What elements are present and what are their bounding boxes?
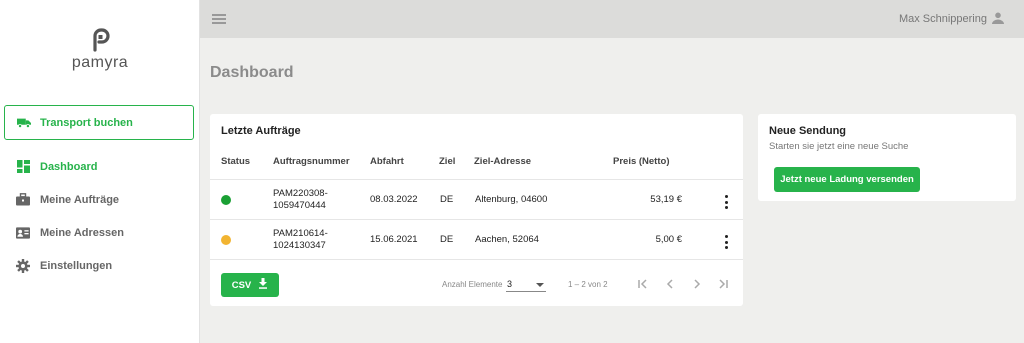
column-header-departure: Abfahrt: [370, 156, 404, 167]
chevron-down-icon: [536, 283, 544, 287]
destination-address: Altenburg, 04600: [475, 194, 548, 205]
contact-card-icon: [16, 226, 30, 240]
sidebar: pamyra Transport buchen Dashboard Meine …: [0, 0, 200, 343]
csv-label: CSV: [231, 279, 252, 291]
sidebar-nav: Dashboard Meine Aufträge Meine Adressen …: [0, 150, 200, 282]
user-name: Max Schnippering: [898, 13, 987, 25]
user-menu[interactable]: Max Schnippering: [899, 12, 1004, 27]
download-icon: [258, 278, 268, 292]
card-subtitle: Starten sie jetzt eine neue Suche: [769, 141, 909, 152]
dashboard-icon: [16, 160, 30, 174]
user-icon: [992, 12, 1004, 27]
last-page-icon[interactable]: [716, 277, 730, 291]
order-number-part: PAM220308-: [273, 188, 328, 199]
card-title: Neue Sendung: [769, 125, 847, 137]
sidebar-item-meine-adressen[interactable]: Meine Adressen: [0, 216, 200, 249]
truck-icon: [17, 116, 31, 130]
menu-icon[interactable]: [212, 14, 226, 24]
order-number: PAM220308- 1059470444: [273, 188, 328, 212]
page-size-select[interactable]: 3: [506, 276, 546, 292]
departure-date: 08.03.2022: [370, 194, 418, 205]
column-header-status: Status: [221, 156, 251, 167]
column-header-order-number: Auftragsnummer: [273, 156, 350, 167]
divider: [210, 179, 743, 180]
destination-country: DE: [440, 194, 454, 205]
order-number-part: 1024130347: [273, 240, 326, 251]
page-size-value: 3: [507, 279, 513, 289]
pamyra-logo-icon: [89, 28, 111, 52]
page-range: 1 – 2 von 2: [568, 280, 608, 289]
logo[interactable]: pamyra: [0, 28, 200, 72]
new-shipment-button[interactable]: Jetzt neue Ladung versenden: [774, 167, 920, 192]
sidebar-item-label: Meine Adressen: [40, 226, 124, 239]
transport-buchen-label: Transport buchen: [40, 116, 133, 129]
price: 53,19 €: [650, 194, 682, 205]
sidebar-item-einstellungen[interactable]: Einstellungen: [0, 249, 200, 282]
top-bar: Max Schnippering: [200, 0, 1024, 38]
more-options-icon[interactable]: [721, 235, 731, 249]
status-dot: [221, 235, 231, 245]
price: 5,00 €: [655, 234, 682, 245]
page-title: Dashboard: [210, 64, 294, 81]
next-page-icon[interactable]: [690, 277, 704, 291]
destination-country: DE: [440, 234, 454, 245]
new-shipment-card: Neue Sendung Starten sie jetzt eine neue…: [758, 114, 1016, 201]
order-number-part: PAM210614-: [273, 228, 328, 239]
recent-orders-card: Letzte Aufträge Status Auftragsnummer Ab…: [210, 114, 743, 306]
sidebar-item-label: Einstellungen: [40, 259, 113, 272]
sidebar-item-label: Dashboard: [40, 160, 98, 173]
column-header-address: Ziel-Adresse: [474, 156, 532, 167]
previous-page-icon[interactable]: [663, 277, 677, 291]
divider: [210, 219, 743, 220]
csv-export-button[interactable]: CSV: [221, 273, 279, 297]
column-header-price: Preis (Netto): [613, 156, 670, 167]
first-page-icon[interactable]: [636, 277, 650, 291]
departure-date: 15.06.2021: [370, 234, 418, 245]
column-header-destination: Ziel: [439, 156, 456, 167]
more-options-icon[interactable]: [721, 195, 731, 209]
gear-icon: [16, 258, 30, 273]
destination-address: Aachen, 52064: [475, 234, 539, 245]
order-number-part: 1059470444: [273, 200, 326, 211]
card-title: Letzte Aufträge: [221, 125, 301, 137]
transport-buchen-button[interactable]: Transport buchen: [4, 105, 194, 140]
sidebar-item-dashboard[interactable]: Dashboard: [0, 150, 200, 183]
briefcase-icon: [16, 193, 30, 207]
logo-text: pamyra: [71, 54, 129, 71]
sidebar-item-meine-auftraege[interactable]: Meine Aufträge: [0, 183, 200, 216]
sidebar-item-label: Meine Aufträge: [40, 193, 120, 206]
page-size-label: Anzahl Elemente: [442, 280, 503, 289]
status-dot: [221, 195, 231, 205]
divider: [210, 259, 743, 260]
order-number: PAM210614- 1024130347: [273, 228, 328, 252]
